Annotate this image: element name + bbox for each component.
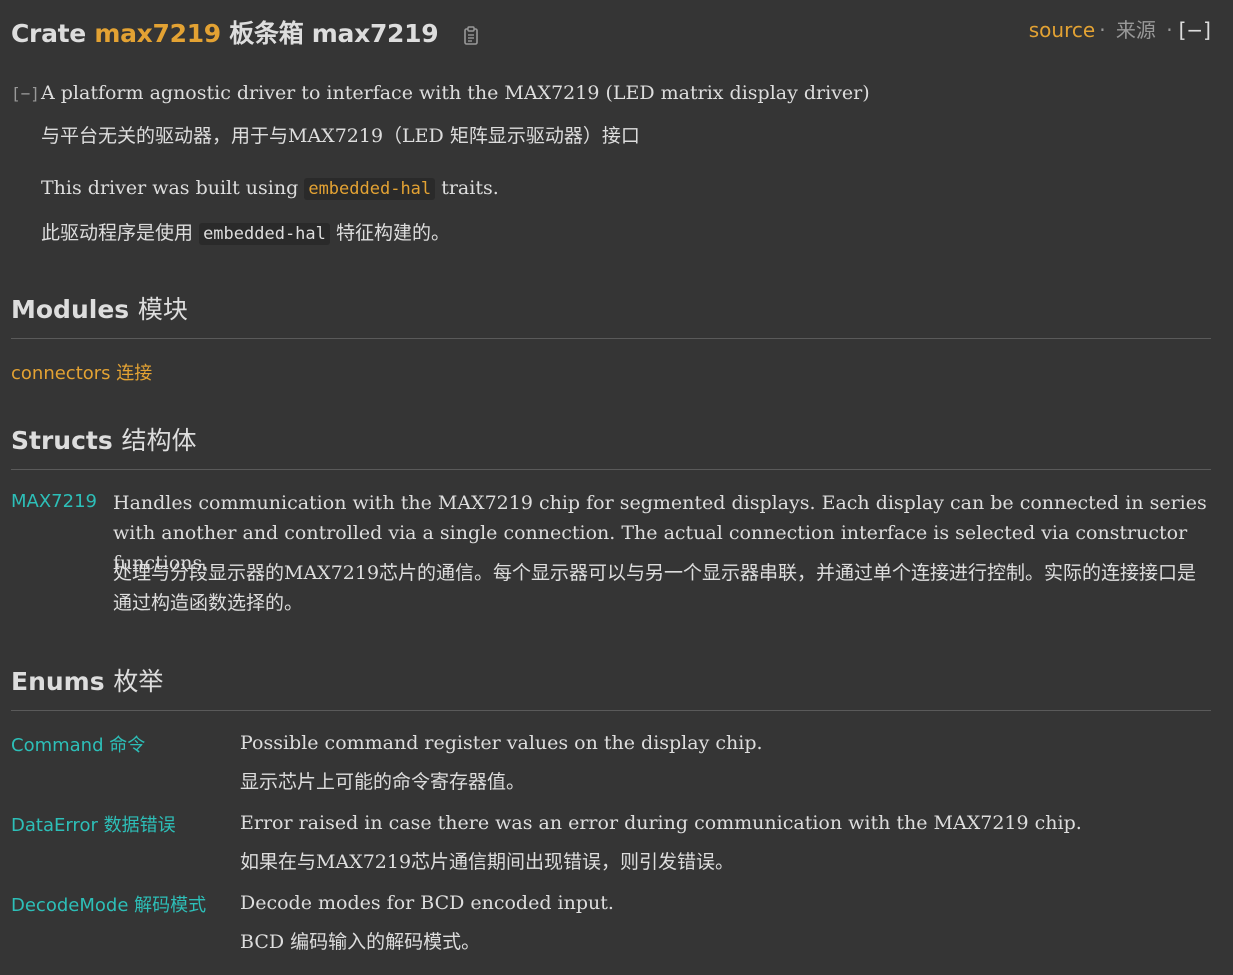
structs-heading-label: Structs <box>11 426 113 455</box>
doc-paragraph-zh: 此驱动程序是使用 embedded-hal 特征构建的。 <box>41 218 450 245</box>
module-link-connectors[interactable]: connectors 连接 <box>11 359 152 385</box>
doc-paragraph-suffix: traits. <box>441 177 499 199</box>
out-of-band: source · 来源 · [−] <box>1029 14 1211 43</box>
doc-description-zh: 与平台无关的驱动器，用于与MAX7219（LED 矩阵显示驱动器）接口 <box>41 125 640 147</box>
structs-heading-zh: 结构体 <box>121 426 197 455</box>
enum-desc-decodemode: Decode modes for BCD encoded input. <box>240 892 614 914</box>
doc-paragraph-prefix: This driver was built using <box>41 177 299 199</box>
enum-desc-dataerror: Error raised in case there was an error … <box>240 812 1082 834</box>
separator: · <box>1099 18 1106 42</box>
enum-link-command[interactable]: Command 命令 <box>11 731 145 757</box>
embedded-hal-code[interactable]: embedded-hal <box>304 178 436 200</box>
doc-paragraph-zh-prefix: 此驱动程序是使用 <box>41 222 194 244</box>
page-title: Crate max7219 板条箱 max7219 <box>11 14 481 50</box>
clipboard-icon[interactable] <box>463 23 481 45</box>
embedded-hal-code-zh: embedded-hal <box>199 223 330 245</box>
enum-desc-command-zh: 显示芯片上可能的命令寄存器值。 <box>240 771 526 793</box>
modules-heading-zh: 模块 <box>137 295 188 324</box>
modules-heading-label: Modules <box>11 295 130 324</box>
modules-heading[interactable]: Modules 模块 <box>11 290 1211 339</box>
docblock-collapse-toggle[interactable]: [−] <box>11 84 40 103</box>
page-header: Crate max7219 板条箱 max7219 source · 来源 · [−… <box>11 10 1211 54</box>
enum-desc-decodemode-zh: BCD 编码输入的解码模式。 <box>240 931 481 953</box>
enums-heading-zh: 枚举 <box>113 667 164 696</box>
enum-link-dataerror[interactable]: DataError 数据错误 <box>11 811 176 837</box>
doc-paragraph: This driver was built using embedded-hal… <box>41 177 499 200</box>
separator-2: · <box>1166 18 1173 42</box>
source-zh: 来源 <box>1115 18 1156 42</box>
struct-desc-zh: 处理与分段显示器的MAX7219芯片的通信。每个显示器可以与另一个显示器串联，并… <box>113 562 1197 614</box>
crate-label: Crate <box>11 19 86 48</box>
enums-heading[interactable]: Enums 枚举 <box>11 662 1211 711</box>
source-link[interactable]: source <box>1029 18 1095 42</box>
enum-link-decodemode[interactable]: DecodeMode 解码模式 <box>11 891 206 917</box>
structs-heading[interactable]: Structs 结构体 <box>11 421 1211 470</box>
doc-description: A platform agnostic driver to interface … <box>41 82 870 104</box>
crate-title-zh: 板条箱 max7219 <box>229 19 439 48</box>
enum-desc-dataerror-zh: 如果在与MAX7219芯片通信期间出现错误，则引发错误。 <box>240 851 735 873</box>
crate-name-link[interactable]: max7219 <box>94 19 221 48</box>
collapse-all-toggle[interactable]: [−] <box>1179 18 1211 42</box>
enums-heading-label: Enums <box>11 667 105 696</box>
enum-desc-command: Possible command register values on the … <box>240 732 763 754</box>
doc-paragraph-zh-suffix: 特征构建的。 <box>335 222 450 244</box>
struct-link-max7219[interactable]: MAX7219 <box>11 491 97 512</box>
